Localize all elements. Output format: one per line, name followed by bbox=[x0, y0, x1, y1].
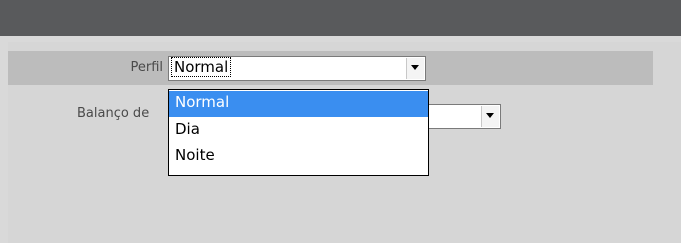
dropdown-option-noite[interactable]: Noite bbox=[169, 144, 428, 170]
perfil-label: Perfil bbox=[130, 60, 163, 75]
perfil-dropdown-list: Normal Dia Noite bbox=[168, 89, 429, 176]
balanco-label: Balanço de bbox=[77, 106, 150, 121]
top-bar bbox=[0, 0, 681, 36]
chevron-down-icon[interactable] bbox=[406, 58, 424, 79]
perfil-select[interactable]: Normal bbox=[168, 56, 426, 81]
perfil-select-value: Normal bbox=[170, 57, 232, 77]
dropdown-option-dia[interactable]: Dia bbox=[169, 118, 428, 144]
app-frame: Perfil Normal Balanço de Normal Dia Noit… bbox=[0, 0, 681, 243]
chevron-down-icon[interactable] bbox=[481, 106, 499, 127]
dropdown-option-normal[interactable]: Normal bbox=[169, 91, 428, 117]
